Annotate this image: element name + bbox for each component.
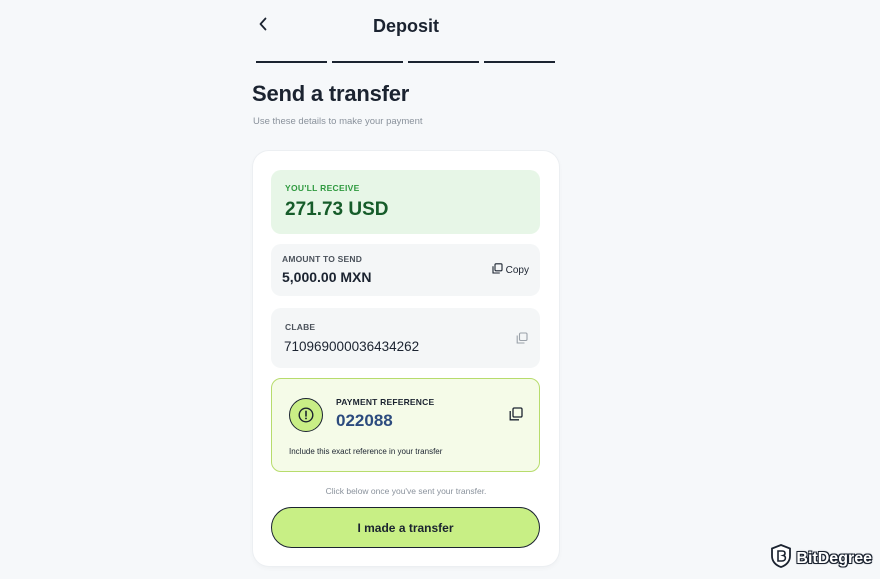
transfer-hint: Click below once you've sent your transf… (325, 486, 487, 496)
receive-value: 271.73 USD (285, 199, 389, 220)
alert-circle-icon (289, 398, 323, 432)
clabe-box: CLABE 710969000036434262 (271, 308, 540, 368)
amount-to-send-label: AMOUNT TO SEND (282, 254, 363, 264)
amount-to-send-value: 5,000.00 MXN (282, 269, 372, 285)
copy-icon (516, 331, 528, 348)
payment-reference-note: Include this exact reference in your tra… (289, 447, 443, 456)
copy-reference-button[interactable] (509, 407, 523, 426)
step-progress (256, 61, 555, 63)
section-subtitle: Use these details to make your payment (253, 116, 423, 127)
clabe-label: CLABE (285, 322, 316, 332)
clabe-value: 710969000036434262 (284, 339, 420, 354)
section-title: Send a transfer (252, 81, 410, 106)
deposit-page: Deposit Send a transfer Use these detail… (0, 0, 880, 579)
copy-clabe-button[interactable] (516, 331, 528, 349)
transfer-details-card: YOU'LL RECEIVE 271.73 USD AMOUNT TO SEND… (253, 151, 559, 566)
page-title: Deposit (372, 16, 439, 36)
amount-to-send-box: AMOUNT TO SEND 5,000.00 MXN Copy (271, 244, 540, 296)
payment-reference-label: PAYMENT REFERENCE (336, 397, 435, 407)
copy-label: Copy (505, 264, 529, 276)
payment-reference-box: PAYMENT REFERENCE 022088 Include this ex… (271, 378, 540, 472)
step-indicator (256, 61, 327, 63)
receive-label: YOU'LL RECEIVE (285, 183, 360, 193)
copy-icon (492, 263, 503, 277)
step-indicator (484, 61, 555, 63)
step-indicator (408, 61, 479, 63)
step-indicator (332, 61, 403, 63)
watermark-text: BitDegree (796, 549, 872, 567)
watermark: BitDegree (770, 544, 872, 573)
payment-reference-value: 022088 (336, 411, 393, 430)
copy-amount-button[interactable]: Copy (492, 263, 529, 277)
bitdegree-logo-icon (770, 544, 792, 573)
copy-icon (509, 407, 523, 425)
receive-amount-box: YOU'LL RECEIVE 271.73 USD (271, 170, 540, 234)
made-transfer-button[interactable]: I made a transfer (271, 507, 540, 548)
